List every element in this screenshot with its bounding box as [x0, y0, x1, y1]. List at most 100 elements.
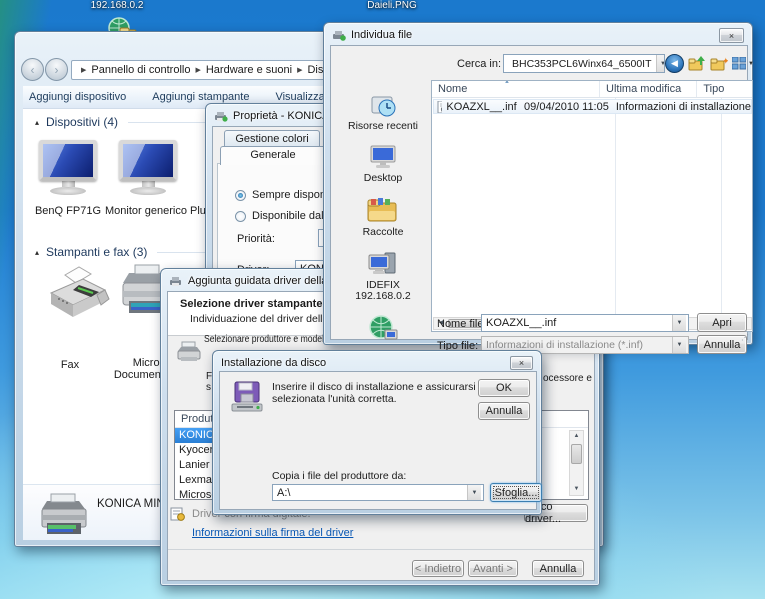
section-title: Stampanti e fax (3)	[46, 245, 147, 259]
cancel-disk-button[interactable]: Annulla	[478, 402, 530, 420]
file-row[interactable]: KOAZXL__.inf 09/04/2010 11:05 Informazio…	[433, 99, 752, 114]
locate-title-text: Individua file	[351, 29, 412, 41]
priority-label: Priorità:	[237, 233, 275, 245]
computer-icon	[367, 251, 399, 277]
fax-device-icon[interactable]	[43, 259, 111, 325]
file-name-label: Nome file:	[437, 318, 487, 330]
breadcrumb[interactable]: ▶ Pannello di controllo ▶ Hardware e suo…	[71, 60, 327, 80]
desktop-icon-label-daieli[interactable]: Daieli.PNG	[364, 0, 420, 11]
back-nav-button[interactable]: ◀	[665, 54, 684, 73]
disk-dialog-titlebar[interactable]: Installazione da disco	[221, 355, 511, 371]
locate-titlebar[interactable]: Individua file	[332, 27, 722, 43]
resize-grip[interactable]: ⋰	[741, 333, 749, 342]
column-name[interactable]: Nome▲	[432, 81, 599, 97]
driver-signing-link[interactable]: Informazioni sulla firma del driver	[192, 527, 353, 539]
wizard-text-fragment: ocessore e	[543, 373, 592, 384]
views-menu-button[interactable]: ▼	[732, 56, 756, 71]
place-desktop[interactable]: Desktop	[339, 145, 427, 184]
breadcrumb-item-hardware[interactable]: Hardware e suoni	[206, 64, 292, 76]
file-name-combo[interactable]: KOAZXL__.inf▼	[481, 314, 689, 332]
look-in-combo[interactable]: BHC353PCL6Winx64_6500IT ▼	[503, 54, 665, 73]
file-list-header: Nome▲ Ultima modifica Tipo	[432, 81, 752, 98]
device-monitor-generic[interactable]	[117, 140, 179, 195]
place-network[interactable]	[339, 315, 427, 342]
toolbar-add-device[interactable]: Aggiungi dispositivo	[29, 91, 126, 103]
scroll-up-icon[interactable]: ▲	[570, 431, 583, 442]
file-list: Nome▲ Ultima modifica Tipo KOAZXL__.inf …	[431, 80, 753, 332]
open-button[interactable]: Apri	[697, 313, 747, 332]
scrollbar-thumb[interactable]	[571, 444, 582, 464]
toolbar-add-printer[interactable]: Aggiungi stampante	[152, 91, 249, 103]
monitor-icon	[119, 140, 177, 181]
column-divider	[615, 98, 616, 317]
up-one-level-button[interactable]	[688, 55, 706, 72]
new-folder-button[interactable]: ✦	[710, 55, 728, 72]
section-title: Dispositivi (4)	[46, 115, 118, 129]
copy-from-label: Copia i file del produttore da:	[272, 470, 406, 482]
sort-arrow-icon: ▲	[504, 80, 510, 85]
desktop: { "colors": { "selection": "#2a7fd4", "l…	[0, 0, 765, 599]
cancel-wizard-button[interactable]: Annulla	[532, 560, 584, 577]
collapse-arrow-icon: ▴	[35, 118, 39, 127]
floppy-disk-icon	[230, 380, 264, 414]
close-icon: ×	[519, 358, 524, 368]
dropdown-arrow-icon[interactable]: ▼	[656, 55, 666, 72]
back-button[interactable]: ‹	[21, 58, 44, 81]
cancel-button[interactable]: Annulla	[697, 335, 747, 354]
device-monitor-benq[interactable]	[37, 140, 99, 195]
device-label[interactable]: BenQ FP71G	[25, 205, 111, 217]
file-name-cell: KOAZXL__.inf	[446, 101, 518, 113]
forward-arrow-icon: ›	[55, 63, 59, 77]
column-divider	[721, 98, 722, 317]
radio-always-available[interactable]	[235, 190, 246, 201]
tab-general[interactable]: Generale	[220, 146, 326, 165]
device-label[interactable]: Fax	[37, 359, 103, 371]
views-grid-icon	[732, 57, 746, 70]
desktop-icon-label-ip[interactable]: 192.168.0.2	[84, 0, 150, 11]
scroll-down-icon[interactable]: ▼	[570, 484, 583, 495]
breadcrumb-separator: ▶	[194, 66, 201, 74]
file-type-cell: Informazioni di installazione	[609, 101, 751, 113]
monitor-icon	[39, 140, 97, 181]
dropdown-arrow-icon[interactable]: ▼	[467, 485, 481, 500]
column-type[interactable]: Tipo	[696, 81, 752, 97]
dropdown-arrow-icon[interactable]: ▼	[672, 315, 686, 331]
disk-dialog-title-text: Installazione da disco	[221, 357, 326, 369]
breadcrumb-separator: ▶	[296, 66, 303, 74]
libraries-icon	[366, 197, 400, 224]
tab-color-management[interactable]: Gestione colori	[224, 130, 320, 147]
place-libraries[interactable]: Raccolte	[339, 197, 427, 238]
selected-printer-icon	[39, 491, 89, 537]
wizard-printer-icon	[169, 276, 183, 287]
locate-file-dialog: Individua file × Cerca in: BHC353PCL6Win…	[323, 22, 753, 345]
locate-client: Cerca in: BHC353PCL6Winx64_6500IT ▼ ◀ ✦ …	[330, 45, 748, 340]
device-label[interactable]: Monitor generico Plug and Play	[105, 205, 195, 217]
breadcrumb-separator: ▶	[80, 66, 87, 74]
breadcrumb-item-control-panel[interactable]: Pannello di controllo	[91, 64, 190, 76]
radio-available-from[interactable]	[235, 211, 246, 222]
back-wizard-button[interactable]: < Indietro	[412, 560, 464, 577]
ok-button[interactable]: OK	[478, 379, 530, 397]
wizard-text-fragment: s	[206, 382, 211, 393]
disk-message-line1: Inserire il disco di installazione e ass…	[272, 381, 512, 393]
list-vertical-scrollbar[interactable]: ▲ ▼	[569, 430, 584, 496]
printer-properties-icon	[214, 111, 228, 122]
disk-message-line2: selezionata l'unità corretta.	[272, 393, 397, 405]
forward-button[interactable]: ›	[45, 58, 68, 81]
wizard-body-printer-icon	[176, 340, 204, 362]
locate-file-icon	[332, 30, 346, 41]
browse-button[interactable]: Sfoglia...	[490, 483, 542, 502]
dropdown-arrow-icon: ▼	[672, 337, 686, 353]
close-button[interactable]: ×	[510, 356, 533, 370]
place-computer[interactable]: IDEFIX 192.168.0.2	[339, 251, 427, 302]
column-modified[interactable]: Ultima modifica	[599, 81, 696, 97]
close-button[interactable]: ×	[719, 28, 744, 43]
file-modified-cell: 09/04/2010 11:05	[518, 101, 609, 113]
svg-text:✦: ✦	[722, 56, 728, 66]
wizard-heading: Selezione driver stampante	[180, 298, 322, 310]
inf-file-icon	[437, 101, 442, 113]
next-wizard-button[interactable]: Avanti >	[468, 560, 518, 577]
path-combo[interactable]: A:\▼	[272, 484, 484, 501]
radio-available-label[interactable]: Disponibile dalle	[252, 210, 332, 222]
place-recent[interactable]: Risorse recenti	[339, 94, 427, 132]
